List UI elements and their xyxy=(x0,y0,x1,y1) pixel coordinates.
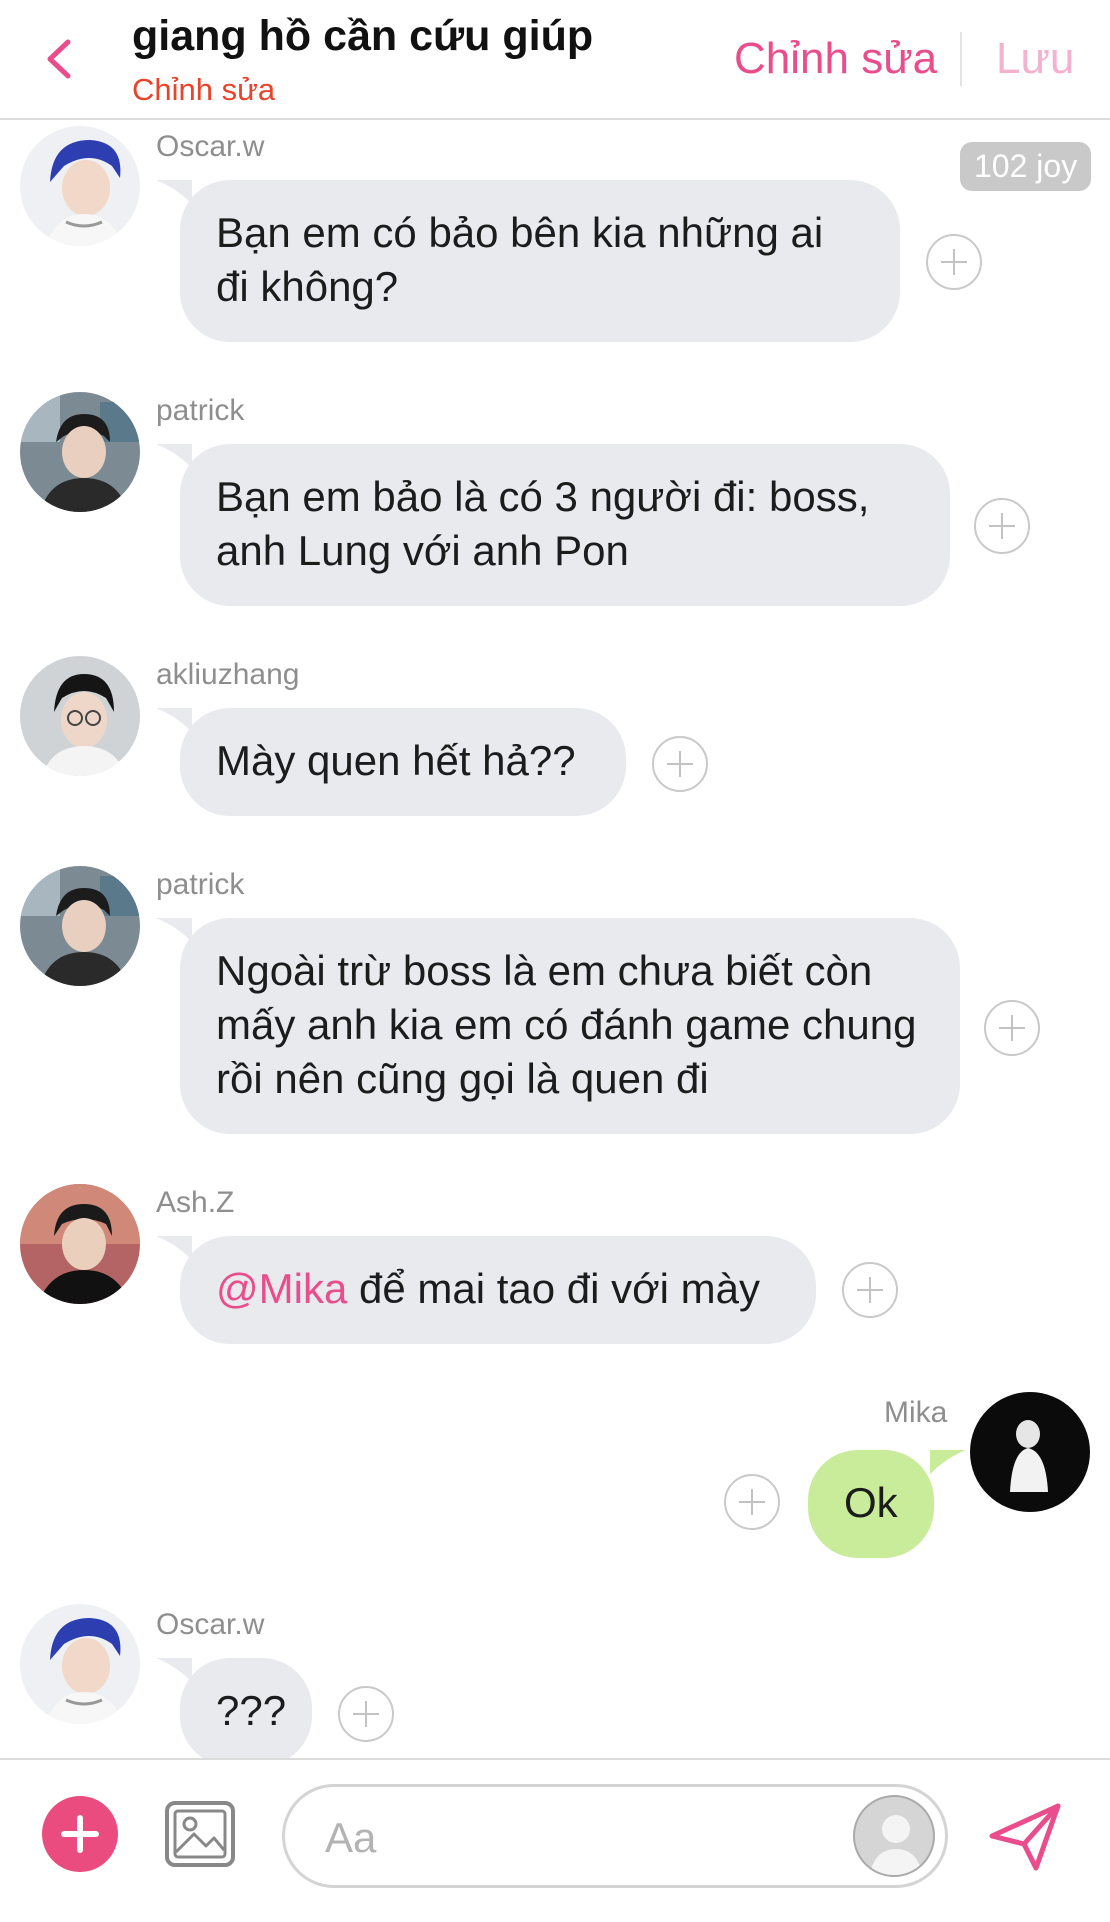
bubble-tail xyxy=(930,1450,966,1474)
avatar-mika[interactable] xyxy=(970,1392,1090,1512)
chat-header: giang hồ cần cứu giúp Chỉnh sửa Chỉnh sử… xyxy=(0,0,1110,120)
react-add-icon[interactable] xyxy=(724,1474,780,1530)
avatar-akliuzhang[interactable] xyxy=(20,656,140,776)
bubble-tail xyxy=(156,1658,192,1682)
react-add-icon[interactable] xyxy=(974,498,1030,554)
react-add-icon[interactable] xyxy=(984,1000,1040,1056)
bubble-tail xyxy=(156,1236,192,1260)
avatar-oscar[interactable] xyxy=(20,1604,140,1724)
sender-name: patrick xyxy=(156,868,245,901)
message-bubble[interactable]: Bạn em bảo là có 3 người đi: boss, anh L… xyxy=(180,444,950,606)
avatar-patrick[interactable] xyxy=(20,392,140,512)
sender-name: Oscar.w xyxy=(156,130,265,163)
add-plus-icon[interactable] xyxy=(42,1796,118,1872)
react-add-icon[interactable] xyxy=(652,736,708,792)
sender-name: akliuzhang xyxy=(156,658,300,691)
message-bubble[interactable]: ??? xyxy=(180,1658,312,1766)
sender-name: Oscar.w xyxy=(156,1608,265,1641)
message-bubble[interactable]: Mày quen hết hả?? xyxy=(180,708,626,816)
header-divider xyxy=(960,32,962,86)
chat-title: giang hồ cần cứu giúp xyxy=(132,12,594,60)
react-add-icon[interactable] xyxy=(338,1686,394,1742)
avatar-patrick[interactable] xyxy=(20,866,140,986)
react-add-icon[interactable] xyxy=(926,234,982,290)
joy-badge: 102 joy xyxy=(960,142,1092,191)
mention-link[interactable]: @Mika xyxy=(216,1265,347,1312)
chat-subtitle[interactable]: Chỉnh sửa xyxy=(132,72,275,108)
message-bubble[interactable]: @Mika để mai tao đi với mày xyxy=(180,1236,816,1344)
bubble-tail xyxy=(156,180,192,204)
avatar-ash[interactable] xyxy=(20,1184,140,1304)
save-button[interactable]: Lưu xyxy=(996,34,1074,84)
message-bubble-own[interactable]: Ok xyxy=(808,1450,934,1558)
bubble-tail xyxy=(156,708,192,732)
composer-bar xyxy=(0,1758,1110,1922)
sender-name: Mika xyxy=(884,1396,948,1429)
image-icon[interactable] xyxy=(164,1800,236,1868)
avatar-oscar[interactable] xyxy=(20,126,140,246)
bubble-tail xyxy=(156,444,192,468)
back-chevron-icon[interactable] xyxy=(40,34,80,84)
edit-button[interactable]: Chỉnh sửa xyxy=(734,34,937,84)
sender-name: Ash.Z xyxy=(156,1186,235,1219)
send-icon[interactable] xyxy=(986,1800,1064,1874)
message-input-wrapper xyxy=(282,1784,948,1888)
message-bubble[interactable]: Ngoài trừ boss là em chưa biết còn mấy a… xyxy=(180,918,960,1134)
message-bubble[interactable]: Bạn em có bảo bên kia những ai đi không? xyxy=(180,180,900,342)
bubble-tail xyxy=(156,918,192,942)
sender-name: patrick xyxy=(156,394,245,427)
react-add-icon[interactable] xyxy=(842,1262,898,1318)
message-text: để mai tao đi với mày xyxy=(347,1265,761,1312)
message-input[interactable] xyxy=(323,1807,787,1869)
sticker-avatar-icon[interactable] xyxy=(853,1795,935,1877)
